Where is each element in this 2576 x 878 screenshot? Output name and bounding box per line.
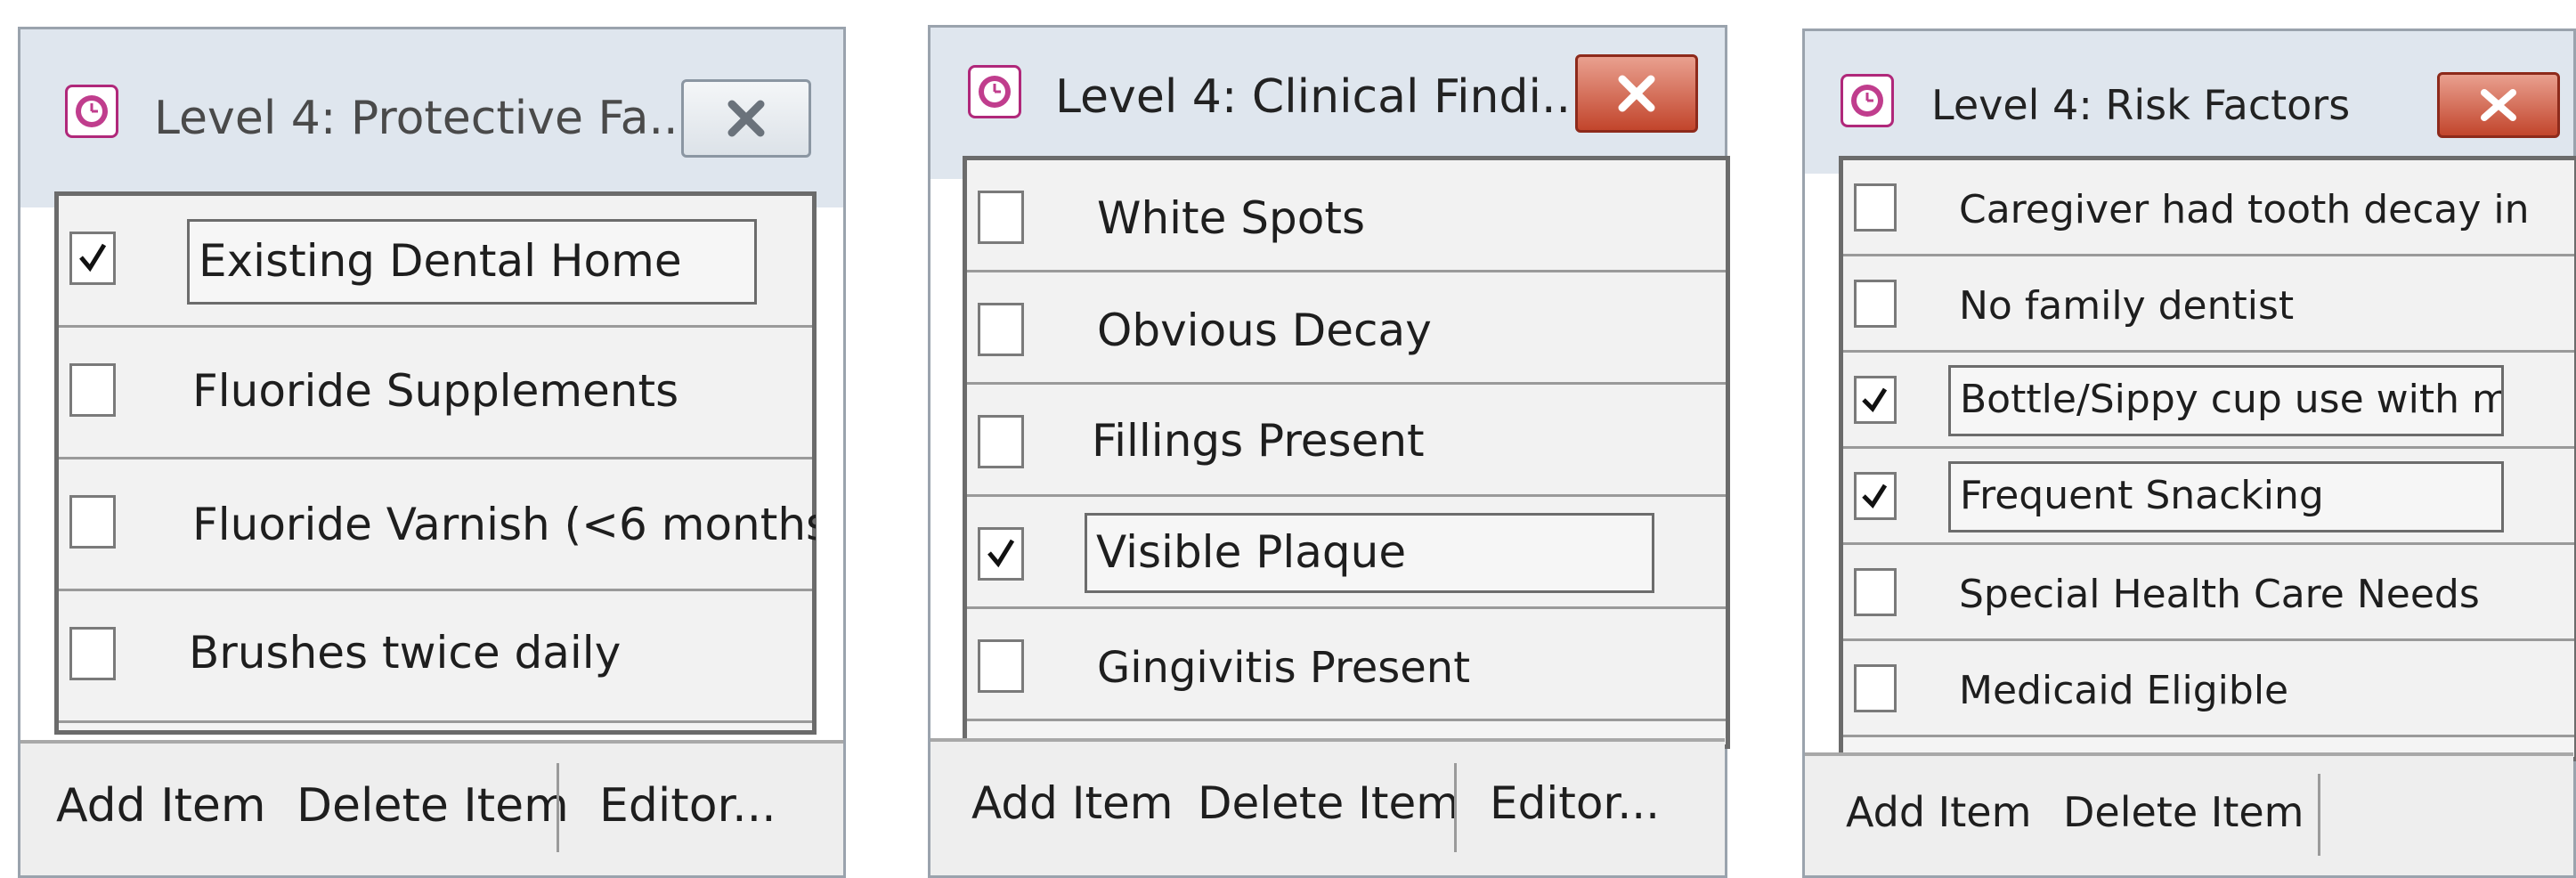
item-label: Bottle/Sippy cup use with mi [1948,365,2504,436]
checkbox[interactable] [1854,568,1897,616]
add-item-button[interactable]: Add Item [1846,788,2031,836]
checkmark-icon [1862,484,1888,508]
item-label: White Spots [1097,192,1366,244]
checkmark-icon [987,539,1015,568]
clock-app-icon [1841,74,1894,127]
window-title: Level 4: Risk Factors [1931,81,2351,129]
list-item[interactable]: Visible Plaque [967,497,1726,609]
editor-button[interactable]: Editor... [599,779,776,833]
risk-factors-window: Level 4: Risk Factors Caregiver had toot… [1802,28,2576,878]
list-item[interactable]: Caregiver had tooth decay in [1843,160,2574,256]
checkbox[interactable] [1854,664,1897,712]
checkbox[interactable] [978,191,1024,244]
checkbox[interactable] [69,627,116,680]
close-button[interactable] [1575,54,1698,133]
editor-button[interactable]: Editor... [1490,777,1660,829]
list-item[interactable]: Fluoride Varnish (<6 months [59,459,816,591]
item-list: Existing Dental Home Fluoride Supplement… [54,191,817,735]
item-label: Frequent Snacking [1948,461,2504,532]
delete-item-button[interactable]: Delete Item [297,779,569,833]
checkbox[interactable] [1854,183,1897,232]
list-item[interactable]: Bottle/Sippy cup use with mi [1843,353,2574,449]
delete-item-button[interactable]: Delete Item [2063,788,2304,836]
list-item[interactable]: Existing Dental Home [59,196,812,328]
toolbar-divider [557,763,559,852]
toolbar-divider [1454,763,1457,852]
bottom-toolbar: Add Item Delete Item [1805,752,2573,875]
close-icon [727,100,765,137]
checkbox[interactable] [978,303,1024,356]
list-item[interactable]: Special Health Care Needs [1843,545,2574,641]
list-item[interactable]: Fillings Present [967,385,1726,497]
checkbox[interactable] [1854,472,1897,520]
checkmark-icon [79,243,107,272]
protective-factors-window: Level 4: Protective Fa... Existing Denta… [18,27,846,878]
toolbar-divider [2318,774,2320,856]
item-label: Gingivitis Present [1097,643,1471,693]
item-list: White Spots Obvious Decay Fillings Prese… [963,156,1730,749]
item-label: No family dentist [1959,283,2295,329]
clock-app-icon [65,85,118,138]
add-item-button[interactable]: Add Item [56,779,266,833]
window-title: Level 4: Clinical Findi... [1055,70,1586,124]
checkbox[interactable] [978,639,1024,693]
checkbox[interactable] [978,415,1024,468]
item-label: Visible Plaque [1085,513,1654,593]
item-label: Brushes twice daily [189,627,622,679]
delete-item-button[interactable]: Delete Item [1198,777,1459,829]
list-item[interactable]: Medicaid Eligible [1843,641,2574,737]
checkbox[interactable] [1854,280,1897,328]
close-button[interactable] [2437,72,2560,138]
list-item[interactable]: Obvious Decay [967,272,1726,385]
item-label: Fluoride Varnish (<6 months [192,499,816,550]
item-list: Caregiver had tooth decay in No family d… [1839,156,2576,761]
checkmark-icon [1862,387,1888,412]
close-button[interactable] [681,79,811,158]
list-item[interactable]: Fluoride Supplements [59,328,812,459]
checkbox[interactable] [1854,376,1897,424]
checkbox[interactable] [69,232,116,285]
list-item[interactable]: Frequent Snacking [1843,449,2574,545]
close-icon [2481,89,2516,121]
window-title: Level 4: Protective Fa... [154,92,679,145]
clock-app-icon [968,65,1021,118]
checkbox[interactable] [978,527,1024,581]
checkbox[interactable] [69,363,116,417]
item-label: Fluoride Supplements [192,365,679,417]
bottom-toolbar: Add Item Delete Item Editor... [930,738,1725,875]
bottom-toolbar: Add Item Delete Item Editor... [20,740,843,875]
add-item-button[interactable]: Add Item [971,777,1174,829]
item-label: Medicaid Eligible [1959,668,2289,713]
item-label: Existing Dental Home [187,219,757,305]
close-icon [1618,75,1655,112]
list-item[interactable]: White Spots [967,160,1726,272]
clinical-findings-window: Level 4: Clinical Findi... White Spots O… [928,25,1730,878]
list-item[interactable]: No family dentist [1843,256,2574,353]
item-label: Special Health Care Needs [1959,572,2480,617]
item-label: Caregiver had tooth decay in [1959,187,2530,232]
item-label: Obvious Decay [1097,305,1432,356]
list-item[interactable]: Brushes twice daily [59,591,812,723]
item-label: Fillings Present [1092,415,1425,467]
checkbox[interactable] [69,495,116,549]
list-item[interactable]: Gingivitis Present [967,609,1726,721]
